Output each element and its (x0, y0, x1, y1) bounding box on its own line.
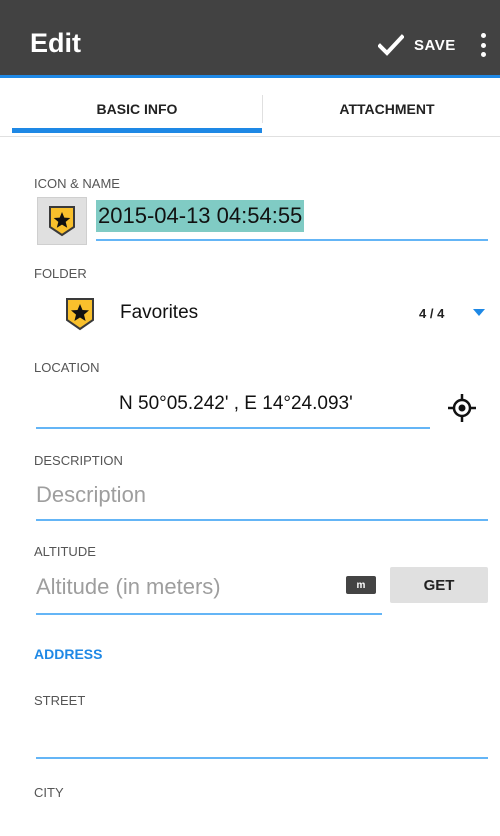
altitude-unit-badge[interactable]: m (346, 576, 376, 594)
icon-name-label: ICON & NAME (34, 176, 120, 191)
tab-divider (262, 95, 263, 123)
check-icon (378, 34, 404, 56)
location-label: LOCATION (34, 360, 100, 375)
folder-star-pin-icon (64, 297, 96, 336)
folder-label: FOLDER (34, 266, 87, 281)
tab-indicator (12, 128, 262, 133)
description-input[interactable]: Description (36, 482, 146, 508)
street-label: STREET (34, 693, 86, 708)
folder-count: 4 / 4 (419, 306, 445, 321)
folder-name[interactable]: Favorites (120, 302, 198, 324)
more-vert-icon[interactable] (474, 30, 492, 60)
address-section-header: ADDRESS (34, 646, 103, 662)
toolbar-title: Edit (30, 28, 81, 58)
app-toolbar: Edit SAVE (0, 0, 500, 78)
city-label: CITY (34, 785, 64, 800)
altitude-underline (36, 613, 382, 615)
get-altitude-button[interactable]: GET (390, 567, 488, 603)
location-underline (36, 427, 430, 429)
save-label: SAVE (414, 36, 456, 54)
description-label: DESCRIPTION (34, 453, 123, 468)
save-button[interactable]: SAVE (378, 30, 456, 60)
location-input[interactable]: N 50°05.242' , E 14°24.093' (119, 393, 353, 415)
altitude-input[interactable]: Altitude (in meters) (36, 574, 221, 600)
tab-attachment[interactable]: ATTACHMENT (262, 81, 500, 137)
waypoint-icon-button[interactable] (37, 197, 87, 245)
altitude-label: ALTITUDE (34, 544, 96, 559)
crosshair-icon[interactable] (446, 392, 478, 429)
name-input[interactable]: 2015-04-13 04:54:55 (96, 200, 305, 232)
description-underline (36, 519, 488, 521)
star-pin-icon (49, 206, 75, 237)
name-underline (96, 239, 488, 241)
street-input[interactable] (36, 757, 488, 759)
folder-dropdown-icon[interactable] (473, 309, 485, 316)
